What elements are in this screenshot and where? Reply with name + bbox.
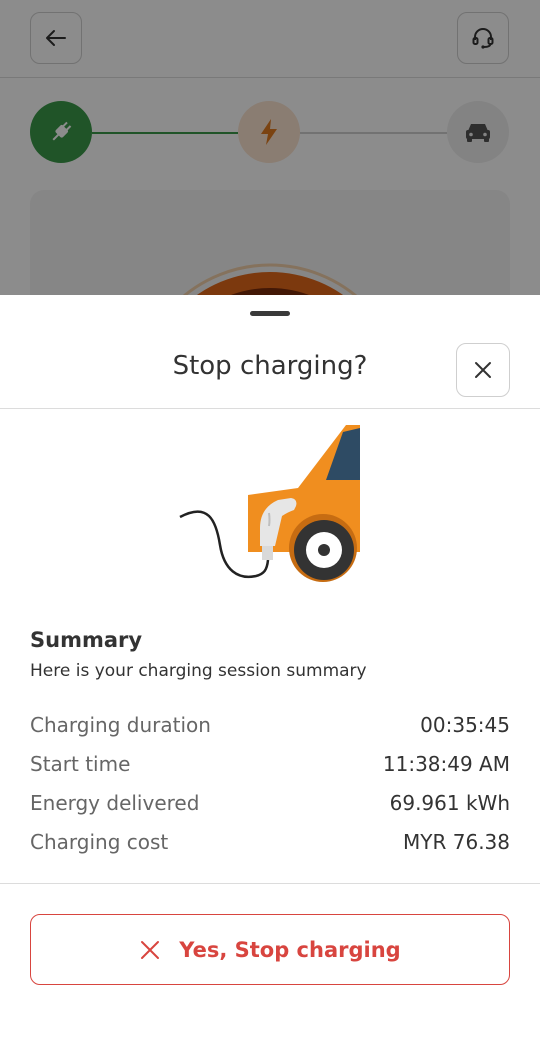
close-button[interactable] [456,343,510,397]
summary-value: 00:35:45 [420,713,510,737]
stop-charging-label: Yes, Stop charging [179,937,401,962]
summary-row-duration: Charging duration 00:35:45 [30,713,510,743]
summary-row-energy: Energy delivered 69.961 kWh [30,791,510,821]
summary-label: Start time [30,752,131,776]
ev-charging-car-illustration [179,425,360,582]
summary-label: Charging duration [30,713,211,737]
summary-value: 69.961 kWh [389,791,510,815]
header-divider [0,408,540,409]
stop-charging-sheet: Stop charging? Summary Here is your char… [0,295,540,1061]
summary-value: MYR 76.38 [403,830,510,854]
summary-label: Charging cost [30,830,169,854]
summary-value: 11:38:49 AM [382,752,510,776]
summary-title: Summary [30,628,143,652]
sheet-drag-handle[interactable] [250,311,290,316]
summary-row-cost: Charging cost MYR 76.38 [30,830,510,860]
summary-subtitle: Here is your charging session summary [30,661,367,681]
close-icon [475,362,491,378]
close-icon [141,940,160,959]
summary-label: Energy delivered [30,791,200,815]
summary-row-start-time: Start time 11:38:49 AM [30,752,510,782]
summary-divider [0,883,540,884]
stop-charging-button[interactable]: Yes, Stop charging [30,914,510,985]
